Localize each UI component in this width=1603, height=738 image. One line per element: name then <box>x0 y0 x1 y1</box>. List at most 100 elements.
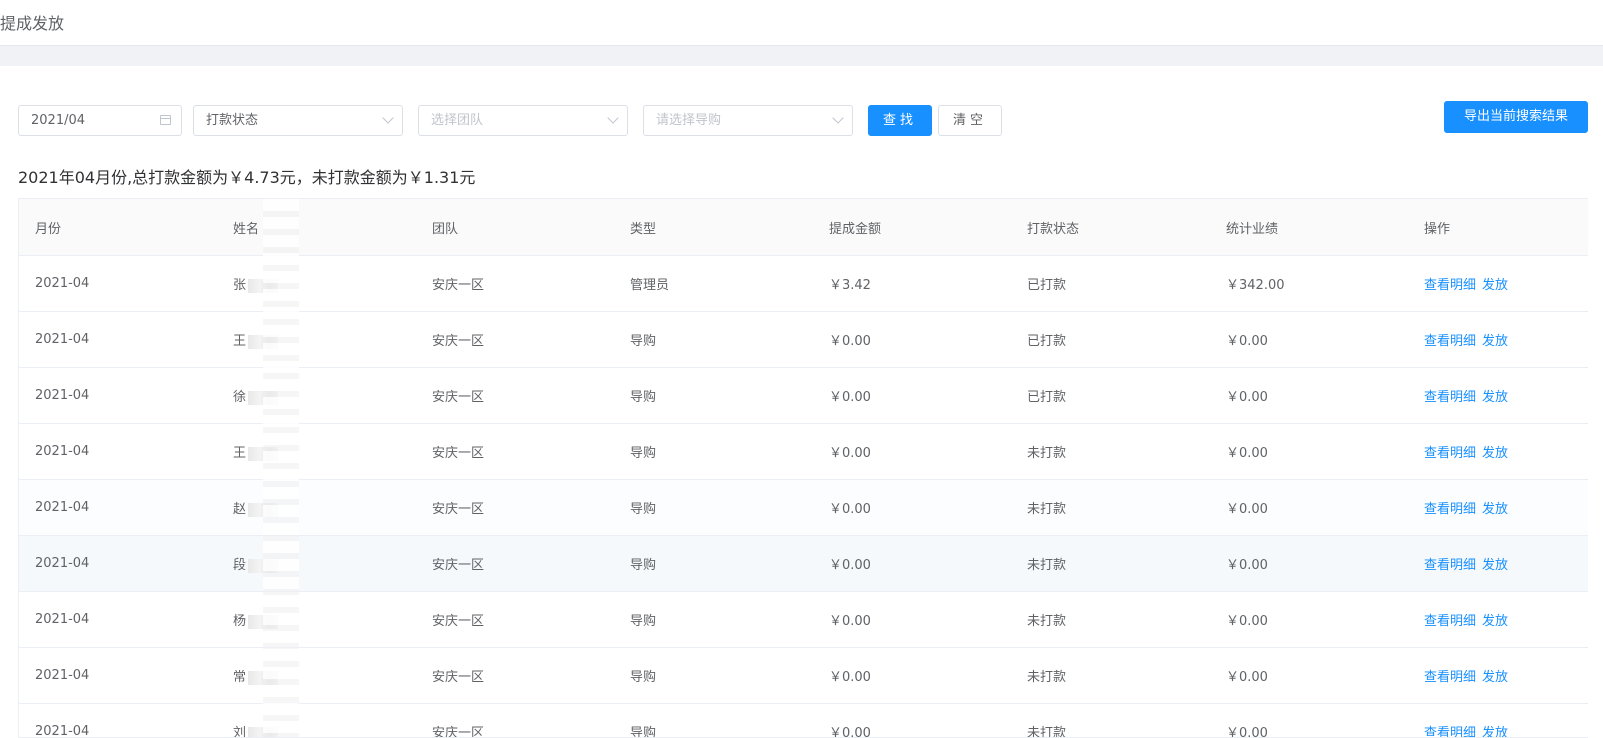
cell-commission: ￥0.00 <box>813 480 1011 536</box>
issue-link[interactable]: 发放 <box>1482 558 1508 573</box>
cell-performance: ￥342.00 <box>1210 256 1408 312</box>
chevron-down-icon <box>607 112 618 123</box>
pay-status-select[interactable]: 打款状态 <box>193 105 403 136</box>
name-blur <box>248 671 278 685</box>
search-button[interactable]: 查找 <box>868 105 932 136</box>
cell-pay-status: 已打款 <box>1011 368 1210 424</box>
table-row: 2021-04赵安庆一区导购￥0.00未打款￥0.00查看明细发放 <box>19 480 1588 536</box>
view-detail-link[interactable]: 查看明细 <box>1424 614 1476 629</box>
cell-month: 2021-04 <box>19 368 217 424</box>
cell-pay-status: 未打款 <box>1011 648 1210 704</box>
header-actions: 操作 <box>1408 199 1588 256</box>
cell-month: 2021-04 <box>19 480 217 536</box>
cell-type: 导购 <box>614 536 813 592</box>
name-blur <box>248 335 278 349</box>
commission-table: 月份 姓名 团队 类型 提成金额 打款状态 统计业绩 操作 2021-04 张安庆… <box>18 198 1588 738</box>
cell-commission: ￥0.00 <box>813 536 1011 592</box>
view-detail-link[interactable]: 查看明细 <box>1424 558 1476 573</box>
cell-team: 安庆一区 <box>416 592 614 648</box>
issue-link[interactable]: 发放 <box>1482 726 1508 738</box>
cell-name: 徐 <box>217 368 416 424</box>
view-detail-link[interactable]: 查看明细 <box>1424 390 1476 405</box>
cell-performance: ￥0.00 <box>1210 424 1408 480</box>
cell-team: 安庆一区 <box>416 424 614 480</box>
cell-performance: ￥0.00 <box>1210 648 1408 704</box>
export-button[interactable]: 导出当前搜索结果 <box>1444 101 1588 133</box>
header-month: 月份 <box>19 199 217 256</box>
cell-pay-status: 已打款 <box>1011 256 1210 312</box>
cell-commission: ￥0.00 <box>813 424 1011 480</box>
cell-month: 2021-04 <box>19 256 217 312</box>
cell-pay-status: 已打款 <box>1011 312 1210 368</box>
cell-type: 导购 <box>614 312 813 368</box>
table-row: 2021-04杨安庆一区导购￥0.00未打款￥0.00查看明细发放 <box>19 592 1588 648</box>
view-detail-link[interactable]: 查看明细 <box>1424 502 1476 517</box>
cell-name: 王 <box>217 424 416 480</box>
cell-pay-status: 未打款 <box>1011 536 1210 592</box>
cell-name: 赵 <box>217 480 416 536</box>
view-detail-link[interactable]: 查看明细 <box>1424 278 1476 293</box>
cell-commission: ￥3.42 <box>813 256 1011 312</box>
table-row: 2021-04王安庆一区导购￥0.00未打款￥0.00查看明细发放 <box>19 424 1588 480</box>
cell-name: 段 <box>217 536 416 592</box>
view-detail-link[interactable]: 查看明细 <box>1424 334 1476 349</box>
cell-actions: 查看明细发放 <box>1408 648 1588 704</box>
issue-link[interactable]: 发放 <box>1482 446 1508 461</box>
cell-type: 导购 <box>614 648 813 704</box>
page-title: 提成发放 <box>0 10 64 34</box>
chevron-down-icon <box>382 112 393 123</box>
cell-actions: 查看明细发放 <box>1408 424 1588 480</box>
table-row: 2021-04王安庆一区导购￥0.00已打款￥0.00查看明细发放 <box>19 312 1588 368</box>
cell-team: 安庆一区 <box>416 648 614 704</box>
cell-performance: ￥0.00 <box>1210 368 1408 424</box>
team-select[interactable]: 选择团队 <box>418 105 628 136</box>
view-detail-link[interactable]: 查看明细 <box>1424 670 1476 685</box>
month-picker-value: 2021/04 <box>31 113 85 128</box>
cell-name: 王 <box>217 312 416 368</box>
issue-link[interactable]: 发放 <box>1482 502 1508 517</box>
table-row: 2021-04段安庆一区导购￥0.00未打款￥0.00查看明细发放 <box>19 536 1588 592</box>
cell-pay-status: 未打款 <box>1011 424 1210 480</box>
name-blur <box>248 615 278 629</box>
name-initial: 张 <box>233 278 246 293</box>
issue-link[interactable]: 发放 <box>1482 670 1508 685</box>
table-row: 2021-04张安庆一区管理员￥3.42已打款￥342.00查看明细发放 <box>19 256 1588 312</box>
cell-team: 安庆一区 <box>416 312 614 368</box>
clear-button[interactable]: 清空 <box>938 105 1002 136</box>
name-initial: 赵 <box>233 502 246 517</box>
content-separator <box>0 46 1603 66</box>
cell-month: 2021-04 <box>19 648 217 704</box>
guide-placeholder: 请选择导购 <box>656 113 721 128</box>
cell-type: 导购 <box>614 368 813 424</box>
team-placeholder: 选择团队 <box>431 113 483 128</box>
name-blur <box>248 447 278 461</box>
table-header-row: 月份 姓名 团队 类型 提成金额 打款状态 统计业绩 操作 <box>19 199 1588 256</box>
name-initial: 常 <box>233 670 246 685</box>
issue-link[interactable]: 发放 <box>1482 278 1508 293</box>
guide-select[interactable]: 请选择导购 <box>643 105 853 136</box>
cell-name: 杨 <box>217 592 416 648</box>
cell-actions: 查看明细发放 <box>1408 536 1588 592</box>
table-row: 2021-04常安庆一区导购￥0.00未打款￥0.00查看明细发放 <box>19 648 1588 704</box>
header-type: 类型 <box>614 199 813 256</box>
top-bar: 提成发放 <box>0 0 1603 46</box>
cell-month: 2021-04 <box>19 424 217 480</box>
issue-link[interactable]: 发放 <box>1482 614 1508 629</box>
summary-text: 2021年04月份,总打款金额为￥4.73元，未打款金额为￥1.31元 <box>18 164 475 188</box>
cell-actions: 查看明细发放 <box>1408 312 1588 368</box>
header-commission: 提成金额 <box>813 199 1011 256</box>
issue-link[interactable]: 发放 <box>1482 334 1508 349</box>
cell-pay-status: 未打款 <box>1011 480 1210 536</box>
cell-actions: 查看明细发放 <box>1408 480 1588 536</box>
name-initial: 杨 <box>233 614 246 629</box>
chevron-down-icon <box>832 112 843 123</box>
cell-name: 张 <box>217 256 416 312</box>
issue-link[interactable]: 发放 <box>1482 390 1508 405</box>
name-blur <box>248 559 278 573</box>
month-picker[interactable]: 2021/04 <box>18 105 182 136</box>
cell-commission: ￥0.00 <box>813 368 1011 424</box>
view-detail-link[interactable]: 查看明细 <box>1424 446 1476 461</box>
name-initial: 刘 <box>233 726 246 738</box>
view-detail-link[interactable]: 查看明细 <box>1424 726 1476 738</box>
cell-name: 常 <box>217 648 416 704</box>
